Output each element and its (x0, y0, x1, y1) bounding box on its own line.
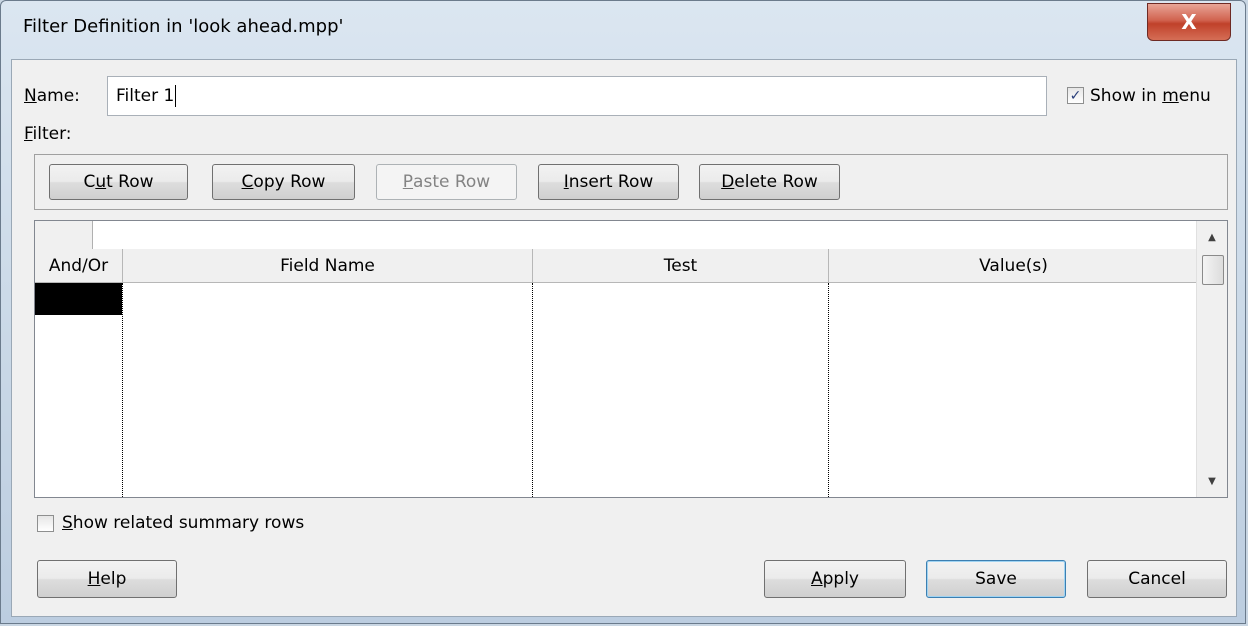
column-header-values[interactable]: Value(s) (829, 249, 1199, 283)
selected-cell[interactable] (35, 283, 122, 315)
filter-label: Filter: (24, 124, 72, 144)
show-related-summary-rows-label[interactable]: Show related summary rows (62, 513, 304, 533)
save-button[interactable]: Save (926, 560, 1066, 598)
paste-row-button[interactable]: Paste Row (376, 164, 517, 200)
cut-row-button[interactable]: Cut Row (49, 164, 188, 200)
copy-row-button[interactable]: Copy Row (212, 164, 355, 200)
close-icon: X (1181, 10, 1197, 34)
filter-grid[interactable]: And/Or Field Name Test Value(s) ▲ ▼ (34, 220, 1228, 498)
column-header-field-name[interactable]: Field Name (123, 249, 533, 283)
column-divider (828, 283, 829, 497)
scroll-down-arrow-icon[interactable]: ▼ (1197, 469, 1227, 493)
row-toolbar: Cut Row Copy Row Paste Row Insert Row De… (34, 154, 1228, 210)
column-header-and-or[interactable]: And/Or (35, 249, 123, 283)
delete-row-button[interactable]: Delete Row (699, 164, 840, 200)
column-divider (122, 283, 123, 497)
text-caret (175, 85, 177, 107)
name-input[interactable]: Filter 1 (107, 76, 1047, 116)
filter-definition-dialog: Filter Definition in 'look ahead.mpp' X … (0, 0, 1246, 624)
checkmark-icon: ✓ (1069, 87, 1082, 104)
insert-row-button[interactable]: Insert Row (538, 164, 679, 200)
grid-corner (35, 221, 93, 249)
column-header-test[interactable]: Test (533, 249, 829, 283)
name-input-value: Filter 1 (116, 86, 175, 106)
column-divider (532, 283, 533, 497)
apply-button[interactable]: Apply (764, 560, 906, 598)
show-in-menu-checkbox[interactable]: ✓ (1067, 87, 1084, 104)
show-in-menu-label[interactable]: Show in menu (1090, 86, 1211, 106)
close-button[interactable]: X (1147, 3, 1231, 41)
vertical-scrollbar[interactable]: ▲ ▼ (1196, 221, 1227, 497)
cancel-button[interactable]: Cancel (1087, 560, 1227, 598)
dialog-body: Name: Filter 1 ✓ Show in menu Filter: Cu… (11, 59, 1237, 617)
help-button[interactable]: Help (37, 560, 177, 598)
show-related-summary-rows-checkbox[interactable] (37, 515, 54, 532)
title-bar[interactable]: Filter Definition in 'look ahead.mpp' X (1, 1, 1245, 59)
name-label: Name: (24, 86, 80, 106)
window-title: Filter Definition in 'look ahead.mpp' (23, 16, 344, 37)
scroll-thumb[interactable] (1202, 255, 1224, 285)
scroll-up-arrow-icon[interactable]: ▲ (1197, 225, 1227, 249)
